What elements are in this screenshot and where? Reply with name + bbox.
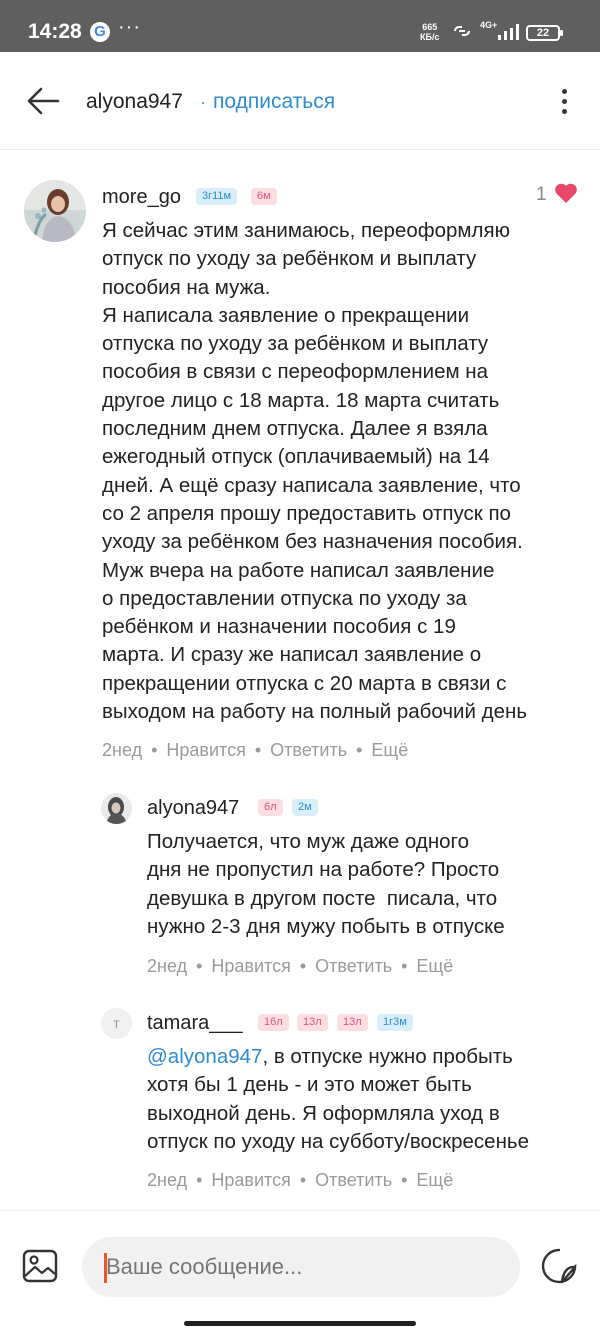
image-icon[interactable] — [22, 1249, 58, 1283]
battery-icon: 22 — [526, 25, 563, 41]
comment-username[interactable]: tamara___ — [147, 1012, 243, 1035]
user-badge: 13л — [337, 1014, 368, 1031]
text-cursor — [104, 1253, 107, 1283]
user-badge: 13л — [297, 1014, 328, 1031]
comment-text: @alyona947, в отпуске нужно пробыть хотя… — [147, 1045, 529, 1153]
comment-text: Получается, что муж даже одного дня не п… — [147, 830, 505, 938]
signal-icon — [498, 24, 519, 40]
message-composer — [0, 1210, 600, 1332]
avatar[interactable]: т — [101, 1008, 132, 1039]
comment-time: 2нед — [147, 956, 188, 976]
like-button[interactable]: Нравится — [166, 740, 245, 761]
avatar-letter: т — [113, 1015, 120, 1031]
avatar[interactable] — [101, 793, 132, 824]
more-vertical-icon[interactable] — [552, 86, 576, 116]
comment-actions: 2нед • Нравится • Ответить • Ещё — [147, 956, 454, 977]
avatar[interactable] — [24, 180, 86, 242]
more-notifications-icon: ··· — [118, 16, 141, 38]
link-icon — [454, 26, 470, 36]
sticker-icon[interactable] — [540, 1247, 578, 1285]
user-badge: 3г11м — [196, 188, 238, 205]
comment-time: 2нед — [102, 740, 143, 760]
google-icon: G — [90, 22, 110, 42]
like-button[interactable]: Нравится — [211, 1170, 290, 1191]
back-arrow-icon[interactable] — [26, 86, 60, 116]
more-button[interactable]: Ещё — [416, 1170, 453, 1191]
user-badge: 1г3м — [377, 1014, 413, 1031]
comment-actions: 2нед • Нравится • Ответить • Ещё — [102, 740, 409, 761]
subscribe-button[interactable]: подписаться — [213, 90, 335, 114]
app-header: alyona947 · подписаться — [0, 52, 600, 150]
user-badge: 6л — [258, 799, 283, 816]
comment-username[interactable]: alyona947 — [147, 797, 239, 820]
network-type: 4G+ — [480, 20, 498, 30]
user-mention[interactable]: @alyona947 — [147, 1045, 262, 1068]
like-count: 1 — [536, 184, 547, 205]
page-title[interactable]: alyona947 — [86, 90, 183, 114]
title-separator: · — [200, 92, 206, 112]
comment-actions: 2нед • Нравится • Ответить • Ещё — [147, 1170, 454, 1191]
reply-button[interactable]: Ответить — [315, 1170, 392, 1191]
comment-username[interactable]: more_go — [102, 186, 181, 209]
heart-icon[interactable] — [554, 182, 578, 204]
reply-button[interactable]: Ответить — [315, 956, 392, 977]
user-badge: 6м — [251, 188, 277, 205]
reply-button[interactable]: Ответить — [270, 740, 347, 761]
comment-text: Я сейчас этим занимаюсь, переоформляю от… — [102, 219, 527, 724]
network-speed: 665 КБ/с — [420, 22, 440, 42]
message-input[interactable] — [82, 1237, 520, 1297]
more-button[interactable]: Ещё — [371, 740, 408, 761]
like-button[interactable]: Нравится — [211, 956, 290, 977]
comment-time: 2нед — [147, 1170, 188, 1190]
user-badge: 2м — [292, 799, 318, 816]
status-time: 14:28 — [28, 20, 82, 43]
user-badge: 16л — [258, 1014, 289, 1031]
status-bar: 14:28 G ··· 665 КБ/с 4G+ 22 — [0, 0, 600, 52]
more-button[interactable]: Ещё — [416, 956, 453, 977]
gesture-handle — [184, 1321, 416, 1326]
